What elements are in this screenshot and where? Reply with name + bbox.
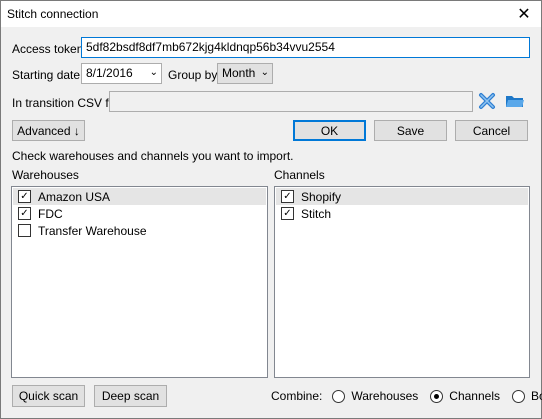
clear-x-icon[interactable] <box>476 90 498 112</box>
channel-item-label: Shopify <box>301 189 342 204</box>
chevron-down-icon: ⌄ <box>260 67 269 78</box>
instruction-text: Check warehouses and channels you want t… <box>12 149 294 163</box>
advanced-button[interactable]: Advanced ↓ <box>12 120 85 141</box>
deep-scan-button[interactable]: Deep scan <box>94 385 167 407</box>
window-title: Stitch connection <box>7 7 99 21</box>
combine-group: Combine: Warehouses Channels Both <box>271 389 542 403</box>
checkbox[interactable]: ✓ <box>281 207 294 220</box>
starting-date-label: Starting date <box>12 68 81 82</box>
folder-open-icon[interactable] <box>504 90 526 112</box>
radio-both-label: Both <box>530 389 542 403</box>
channel-item[interactable]: ✓ Stitch <box>276 205 528 222</box>
warehouses-label: Warehouses <box>12 168 79 182</box>
cancel-button[interactable]: Cancel <box>455 120 528 141</box>
radio-channels[interactable] <box>430 389 444 403</box>
access-token-input[interactable]: 5df82bsdf8df7mb672kjg4kldnqp56b34vvu2554 <box>81 37 530 58</box>
channels-label: Channels <box>274 168 325 182</box>
starting-date-value: 8/1/2016 <box>86 66 133 80</box>
combine-label: Combine: <box>271 389 323 403</box>
checkbox[interactable] <box>18 224 31 237</box>
access-token-label: Access token <box>12 42 84 56</box>
save-button[interactable]: Save <box>374 120 447 141</box>
csv-file-input[interactable] <box>109 91 473 112</box>
checkbox[interactable]: ✓ <box>18 207 31 220</box>
warehouse-item-label: Amazon USA <box>38 189 111 204</box>
warehouse-item-label: FDC <box>38 206 63 221</box>
group-by-value: Month <box>222 66 256 80</box>
warehouses-list[interactable]: ✓ Amazon USA ✓ FDC Transfer Warehouse <box>11 186 268 378</box>
checkbox[interactable]: ✓ <box>281 190 294 203</box>
radio-channels-label: Channels <box>449 389 500 403</box>
warehouse-item[interactable]: Transfer Warehouse <box>13 222 266 239</box>
channel-item[interactable]: ✓ Shopify <box>276 188 528 205</box>
channels-list[interactable]: ✓ Shopify ✓ Stitch <box>274 186 530 378</box>
radio-both[interactable] <box>511 389 525 403</box>
warehouse-item[interactable]: ✓ FDC <box>13 205 266 222</box>
close-icon[interactable]: ✕ <box>507 1 541 27</box>
radio-warehouses-label: Warehouses <box>351 389 419 403</box>
ok-button[interactable]: OK <box>293 120 366 141</box>
channel-item-label: Stitch <box>301 206 332 221</box>
chevron-down-icon: ⌄ <box>149 67 158 78</box>
group-by-select[interactable]: Month ⌄ <box>217 63 273 84</box>
starting-date-picker[interactable]: 8/1/2016 ⌄ <box>81 63 162 84</box>
radio-warehouses[interactable] <box>332 389 346 403</box>
csv-file-label: In transition CSV file <box>12 96 121 110</box>
quick-scan-button[interactable]: Quick scan <box>12 385 85 407</box>
checkbox[interactable]: ✓ <box>18 190 31 203</box>
warehouse-item-label: Transfer Warehouse <box>38 223 147 238</box>
group-by-label: Group by <box>168 68 218 82</box>
warehouse-item[interactable]: ✓ Amazon USA <box>13 188 266 205</box>
title-bar: Stitch connection ✕ <box>1 1 541 27</box>
